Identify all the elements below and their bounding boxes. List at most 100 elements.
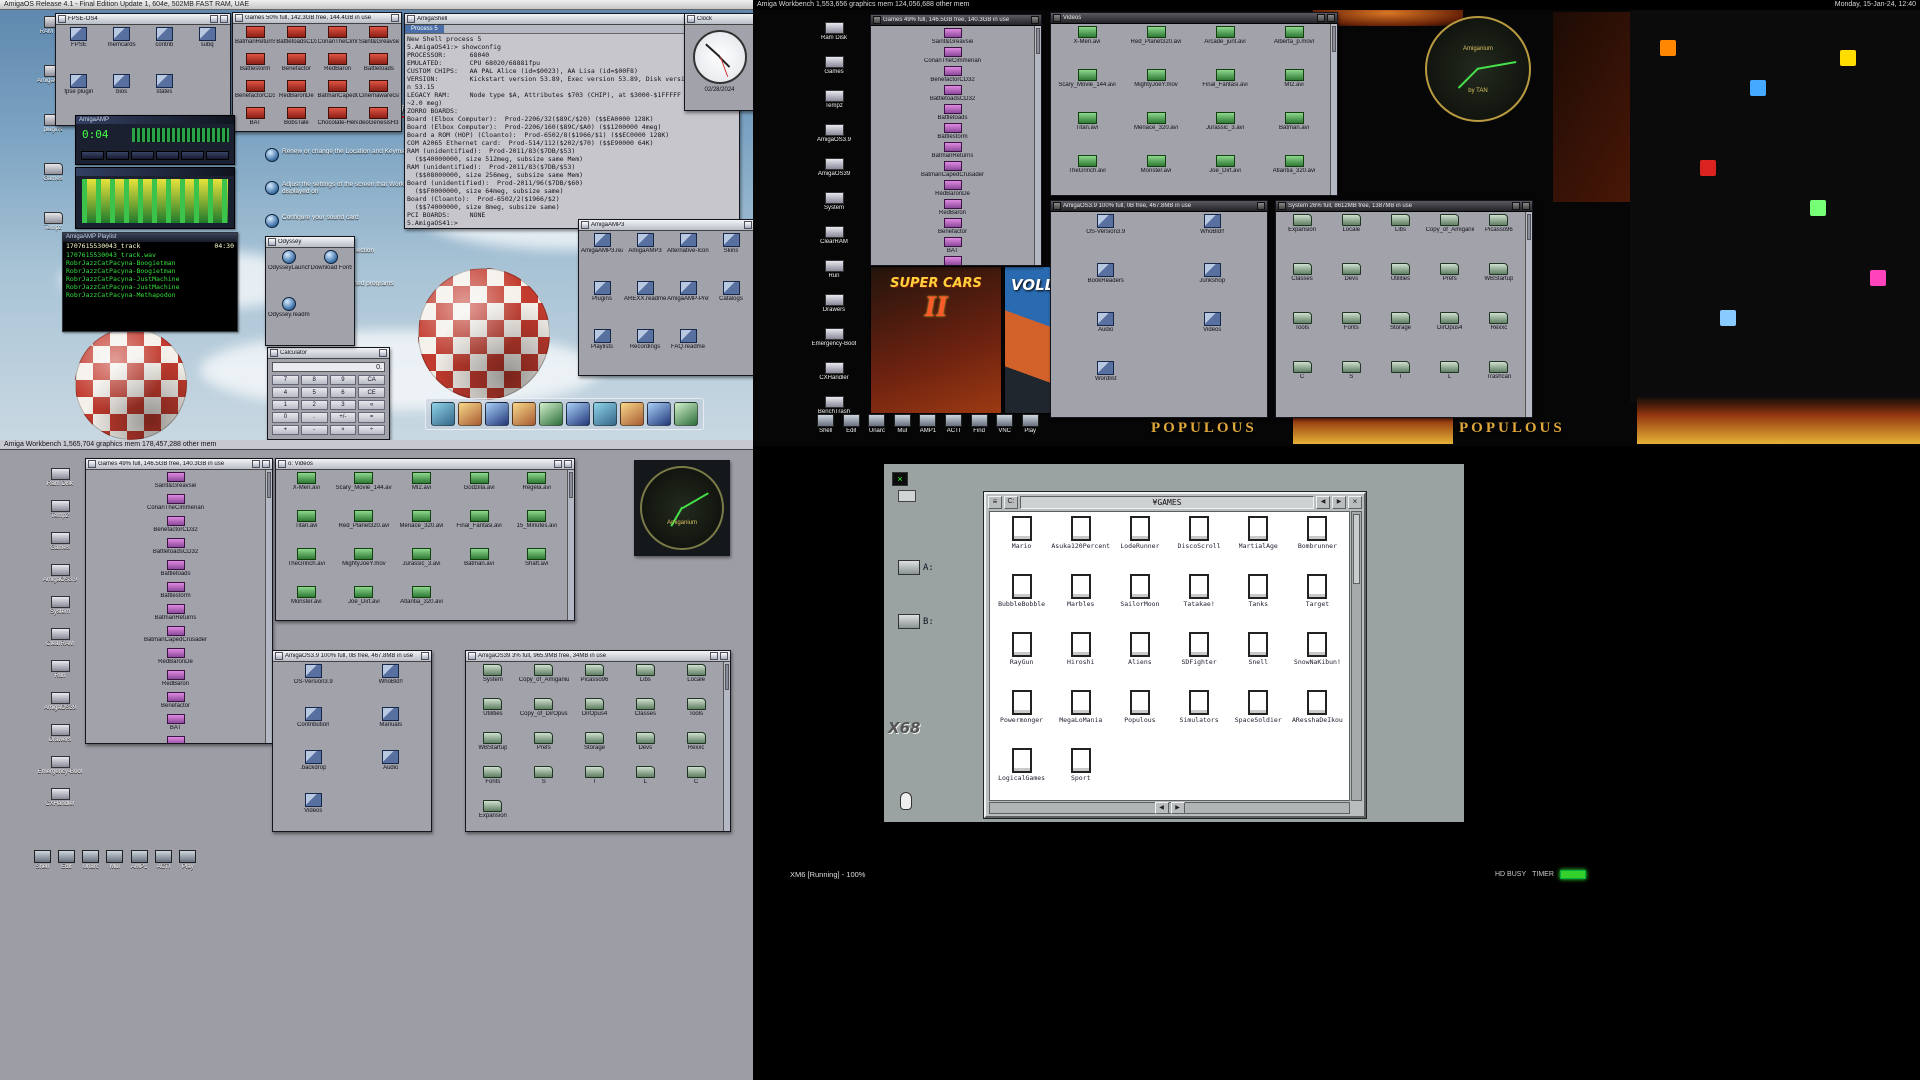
playlist-titlebar[interactable]: AmigaAMP Playlist bbox=[63, 233, 237, 242]
playlist-track[interactable]: RobrJazzCatPacyna-JustMachine bbox=[66, 283, 234, 291]
dock-item[interactable]: Find bbox=[968, 414, 990, 435]
horizontal-scrollbar[interactable] bbox=[989, 802, 1350, 814]
desktop-icon[interactable]: CXHandler bbox=[803, 362, 865, 395]
depth-gadget[interactable] bbox=[720, 652, 728, 660]
dock-item[interactable]: Unarc bbox=[866, 414, 888, 435]
game-file-icon[interactable]: Hiroshi bbox=[1051, 632, 1110, 690]
game-icon[interactable]: CinemawareGamesp bbox=[359, 80, 399, 106]
game-file-icon[interactable]: MegaLoMania bbox=[1051, 690, 1110, 748]
calc-key-button[interactable]: × bbox=[330, 425, 357, 435]
game-file-icon[interactable]: Mario bbox=[992, 516, 1051, 574]
depth-gadget[interactable] bbox=[1031, 16, 1039, 24]
game-icon[interactable]: RedBaronDe bbox=[873, 180, 1032, 198]
play-button[interactable] bbox=[106, 151, 129, 160]
desktop-icon[interactable]: Run bbox=[803, 260, 865, 293]
docs-icon[interactable] bbox=[539, 402, 563, 426]
video-file-icon[interactable]: X-Men.avi bbox=[1053, 26, 1121, 68]
close-gadget[interactable] bbox=[1278, 202, 1286, 210]
file-icon[interactable]: Storage bbox=[1376, 312, 1424, 360]
video-file-icon[interactable]: Batman.avi bbox=[451, 548, 508, 585]
game-icon[interactable]: ConanTheCimmerian bbox=[873, 47, 1032, 65]
file-icon[interactable]: Skins bbox=[710, 233, 752, 280]
file-icon[interactable]: L bbox=[620, 766, 670, 799]
eject-button[interactable] bbox=[206, 151, 229, 160]
calc-key-button[interactable]: 9 bbox=[330, 375, 357, 385]
videos-titlebar[interactable]: o: Videos bbox=[276, 459, 574, 470]
close-gadget[interactable] bbox=[687, 15, 695, 23]
file-icon[interactable]: AREXX.readme bbox=[624, 281, 666, 328]
calc-key-button[interactable]: 4 bbox=[272, 387, 299, 397]
scroll-left-button[interactable] bbox=[1155, 802, 1169, 814]
file-icon[interactable]: Recordings bbox=[624, 329, 666, 375]
paint-icon[interactable] bbox=[485, 402, 509, 426]
zoom-gadget[interactable] bbox=[710, 652, 718, 660]
file-icon[interactable]: Prefs bbox=[1426, 263, 1474, 311]
file-icon[interactable]: states bbox=[144, 74, 186, 120]
game-icon[interactable]: BattletoadsCD32 bbox=[88, 538, 263, 559]
playlist-track[interactable]: 1707615530043_track.wav bbox=[66, 251, 234, 259]
calc-titlebar[interactable]: Calculator bbox=[268, 348, 389, 359]
desktop-icon[interactable]: System bbox=[30, 596, 90, 627]
scroll-thumb[interactable] bbox=[725, 664, 729, 690]
amp3-titlebar[interactable]: AmigaAMP3 bbox=[579, 220, 753, 231]
file-icon[interactable]: WBStartup bbox=[1475, 263, 1523, 311]
game-icon[interactable]: Saint&Greavsie bbox=[359, 26, 399, 52]
game-icon[interactable]: BardsTale bbox=[873, 256, 1032, 265]
video-file-icon[interactable]: Menace_320.avi bbox=[1122, 112, 1190, 154]
game-icon[interactable]: Battletoads bbox=[873, 104, 1032, 122]
file-icon[interactable]: AmigaAMP-Prefs bbox=[667, 281, 709, 328]
pause-button[interactable] bbox=[131, 151, 154, 160]
os4-menubar[interactable]: AmigaOS Release 4.1 - Final Edition Upda… bbox=[0, 0, 753, 10]
file-icon[interactable]: Copy_of_Amiganium bbox=[519, 664, 569, 697]
file-icon[interactable]: Classes bbox=[620, 698, 670, 731]
game-file-icon[interactable]: Target bbox=[1288, 574, 1347, 632]
game-file-icon[interactable]: Aliens bbox=[1110, 632, 1169, 690]
vertical-scrollbar[interactable] bbox=[567, 470, 574, 620]
game-file-icon[interactable]: Tatakae! bbox=[1170, 574, 1229, 632]
game-file-icon[interactable]: Powermonger bbox=[992, 690, 1051, 748]
depth-gadget[interactable] bbox=[421, 652, 429, 660]
workbench-menubar[interactable]: Amiga Workbench 1,553,656 graphics mem 1… bbox=[753, 0, 1920, 10]
video-file-icon[interactable]: Red_Planet320.avi bbox=[336, 510, 393, 547]
desktop-icon[interactable]: Drawers bbox=[30, 724, 90, 755]
vertical-scrollbar[interactable] bbox=[723, 662, 730, 831]
file-icon[interactable]: OdysseyLauncher bbox=[268, 250, 310, 296]
playlist-track[interactable]: RobrJazzCatPacyna-Methapodon bbox=[66, 291, 234, 299]
window-titlebar[interactable]: C: ¥GAMES bbox=[988, 496, 1362, 509]
close-gadget[interactable] bbox=[873, 16, 881, 24]
clock-titlebar[interactable]: Clock bbox=[685, 14, 753, 25]
file-icon[interactable]: DirOpus4 bbox=[570, 698, 620, 731]
file-icon[interactable]: Videos bbox=[275, 793, 352, 831]
video-file-icon[interactable]: Godzilla.avi bbox=[451, 472, 508, 509]
calc-key-button[interactable]: 2 bbox=[301, 400, 328, 410]
file-icon[interactable]: WhoBld!! bbox=[1160, 214, 1266, 262]
vertical-scrollbar[interactable] bbox=[1034, 26, 1041, 265]
game-icon[interactable]: BatmanReturns bbox=[873, 142, 1032, 160]
video-file-icon[interactable]: MI2.avi bbox=[393, 472, 450, 509]
file-icon[interactable]: Expansion bbox=[468, 800, 518, 831]
desktop-icon[interactable]: AmigaOS3.9 bbox=[803, 124, 865, 157]
game-icon[interactable]: Benefactor bbox=[88, 692, 263, 713]
forward-arrow-button[interactable] bbox=[1332, 496, 1346, 509]
video-file-icon[interactable]: Final_Fantasi.avi bbox=[451, 510, 508, 547]
file-icon[interactable]: C bbox=[1278, 361, 1326, 409]
file-icon[interactable]: Wordlist bbox=[1053, 361, 1159, 409]
close-gadget[interactable] bbox=[278, 460, 286, 468]
file-icon[interactable]: Audio bbox=[353, 750, 430, 792]
dock-item[interactable]: Edit bbox=[56, 850, 76, 871]
calc-key-button[interactable]: 7 bbox=[272, 375, 299, 385]
game-file-icon[interactable]: Bombrunner bbox=[1288, 516, 1347, 574]
video-file-icon[interactable]: Final_Fantasi.avi bbox=[1191, 69, 1259, 111]
dock-item[interactable]: Unarc bbox=[81, 850, 101, 871]
amp-titlebar[interactable]: AmigaAMP bbox=[76, 116, 234, 124]
file-icon[interactable]: S bbox=[519, 766, 569, 799]
calc-key-button[interactable]: = bbox=[358, 412, 385, 422]
os39a-titlebar[interactable]: AmigaOS3.9 100% full, 0B free, 467.8MB i… bbox=[273, 651, 431, 662]
back-arrow-button[interactable] bbox=[1316, 496, 1330, 509]
file-icon[interactable]: FPSE bbox=[58, 27, 100, 73]
game-icon[interactable]: Chocolate-Heretic-1.0.5 bbox=[318, 107, 358, 131]
depth-gadget[interactable] bbox=[262, 460, 270, 468]
game-icon[interactable]: Battletoads bbox=[88, 560, 263, 581]
calc-key-button[interactable]: 5 bbox=[301, 387, 328, 397]
game-file-icon[interactable]: SailorMoon bbox=[1110, 574, 1169, 632]
